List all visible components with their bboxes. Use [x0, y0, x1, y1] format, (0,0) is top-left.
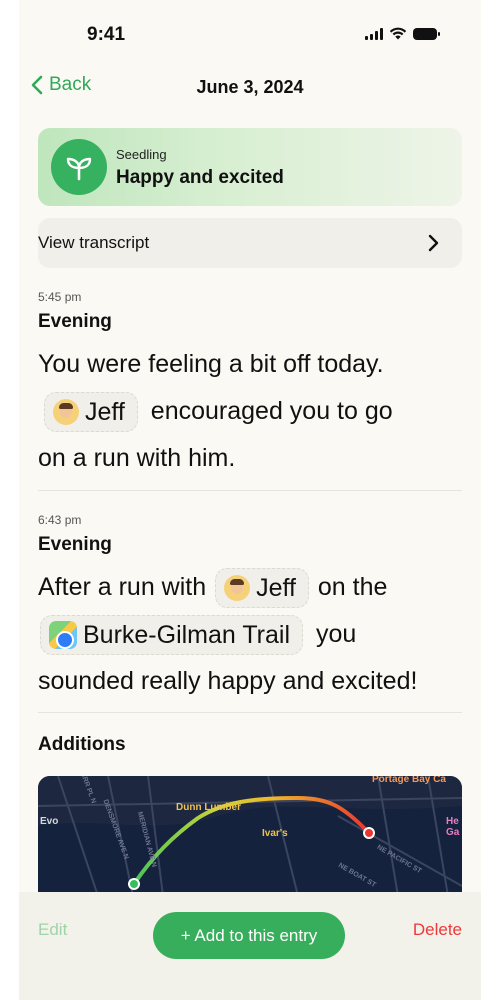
entry-period: Evening	[38, 534, 112, 555]
entry-line: sounded really happy and excited!	[38, 667, 418, 695]
entry-period: Evening	[38, 311, 112, 332]
person-chip-jeff[interactable]: Jeff	[215, 568, 309, 609]
person-name: Jeff	[256, 573, 296, 602]
map-label: Portage Bay Ca	[372, 776, 446, 785]
bottom-action-bar: Edit + Add to this entry Delete	[19, 892, 481, 1000]
person-chip-jeff[interactable]: Jeff	[44, 392, 138, 433]
entry-text: After a run with Jeff on the Burke-Gilma…	[38, 564, 468, 705]
map-label: Ivar's	[262, 828, 288, 839]
map-label: Dunn Lumber	[176, 802, 241, 813]
add-to-entry-button[interactable]: + Add to this entry	[153, 912, 345, 959]
edit-button[interactable]: Edit	[38, 920, 67, 940]
entry-time: 5:45 pm	[38, 290, 82, 304]
entry-line: Burke-Gilman Trail you	[38, 611, 468, 658]
mood-card: Seedling Happy and excited	[38, 128, 462, 206]
chevron-right-icon	[428, 234, 439, 252]
entry-line: You were feeling a bit off today.	[38, 350, 384, 378]
page-title: June 3, 2024	[196, 77, 304, 97]
person-name: Jeff	[85, 397, 125, 426]
signal-icon	[365, 27, 383, 40]
entry-text-fragment: After a run with	[38, 573, 207, 601]
map-label: He Ga	[446, 816, 460, 838]
delete-button[interactable]: Delete	[413, 920, 462, 940]
map-canvas	[38, 776, 462, 896]
avatar	[53, 399, 79, 426]
mood-category: Seedling	[116, 147, 167, 162]
place-chip-burke-gilman[interactable]: Burke-Gilman Trail	[40, 615, 303, 656]
battery-icon	[413, 27, 440, 40]
route-map[interactable]: Portage Bay Ca Dunn Lumber Ivar's Evo He…	[38, 776, 462, 896]
status-time: 9:41	[87, 24, 126, 45]
avatar	[224, 575, 251, 602]
mood-title: Happy and excited	[116, 167, 284, 188]
entry-line: After a run with Jeff on the	[38, 564, 468, 611]
entry-text-fragment: you	[315, 620, 357, 648]
additions-title: Additions	[38, 734, 126, 755]
phone-screen: 9:41 Back June 3, 2024 Seedling Happy an…	[19, 0, 481, 1000]
maps-icon	[49, 621, 77, 650]
divider	[38, 490, 462, 491]
divider	[38, 712, 462, 713]
transcript-label: View transcript	[38, 233, 150, 252]
entry-line: on a run with him.	[38, 444, 236, 472]
place-name: Burke-Gilman Trail	[83, 620, 290, 649]
entry-line: Jeff encouraged you to go	[38, 388, 468, 435]
sprout-icon	[51, 139, 107, 195]
view-transcript-button[interactable]: View transcript	[38, 218, 462, 268]
wifi-icon	[389, 27, 407, 40]
entry-text-fragment: encouraged you to go	[150, 397, 393, 425]
entry-text-fragment: on the	[317, 573, 388, 601]
entry-time: 6:43 pm	[38, 513, 82, 527]
map-label: Evo	[40, 816, 59, 827]
status-icons	[365, 27, 440, 40]
entry-text: You were feeling a bit off today. Jeff e…	[38, 341, 468, 482]
